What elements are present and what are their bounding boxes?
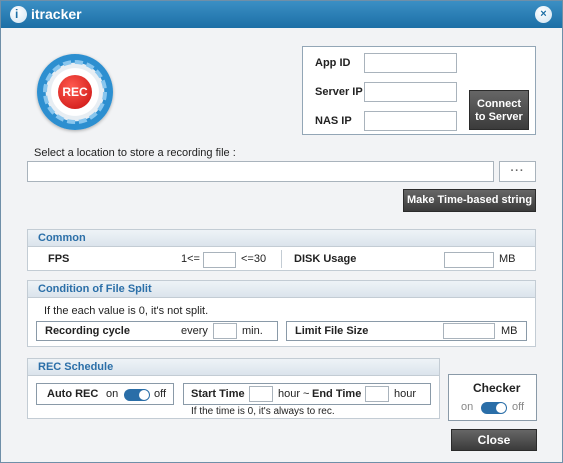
rec-schedule-section: REC Schedule Auto REC on off Start Time … xyxy=(27,358,440,419)
start-time-field[interactable] xyxy=(249,386,273,402)
start-hour-label: hour xyxy=(278,388,301,400)
auto-rec-group: Auto REC on off xyxy=(36,383,174,405)
rec-button[interactable]: REC xyxy=(37,54,113,130)
rec-schedule-title: REC Schedule xyxy=(28,359,439,376)
rec-button-label: REC xyxy=(58,75,92,109)
range-tilde: ~ xyxy=(303,388,310,400)
auto-rec-label: Auto REC xyxy=(47,388,99,400)
app-logo-icon: i xyxy=(10,6,27,23)
recording-cycle-group: Recording cycle every min. xyxy=(36,321,278,341)
app-id-label: App ID xyxy=(315,57,351,69)
common-title: Common xyxy=(28,230,535,247)
start-time-label: Start Time xyxy=(191,388,245,400)
title-bar: i itracker × xyxy=(1,1,562,28)
divider xyxy=(281,250,282,268)
disk-usage-label: DISK Usage xyxy=(294,253,357,265)
app-id-field[interactable] xyxy=(364,53,457,73)
cycle-every-label: every xyxy=(181,325,208,337)
checker-title: Checker xyxy=(473,381,521,395)
common-section: Common FPS 1<= <=30 DISK Usage MB xyxy=(27,229,536,271)
fps-max-label: <=30 xyxy=(241,253,267,265)
disk-usage-field[interactable] xyxy=(444,252,494,268)
limit-file-size-group: Limit File Size MB xyxy=(286,321,527,341)
connect-label-line2: to Server xyxy=(475,111,523,123)
server-ip-field[interactable] xyxy=(364,82,457,102)
auto-rec-on-label: on xyxy=(106,388,119,400)
nas-ip-label: NAS IP xyxy=(315,115,352,127)
itracker-window: i itracker × REC App ID Server IP NAS IP… xyxy=(0,0,563,463)
limit-unit-label: MB xyxy=(501,325,518,337)
disk-unit-label: MB xyxy=(499,253,516,265)
connection-panel: App ID Server IP NAS IP Connect to Serve… xyxy=(302,46,536,135)
fps-field[interactable] xyxy=(203,252,236,268)
time-range-group: Start Time hour ~ End Time hour xyxy=(183,383,431,405)
location-path-field[interactable] xyxy=(27,161,494,182)
end-time-label: End Time xyxy=(312,388,362,400)
checker-toggle[interactable] xyxy=(481,402,507,414)
window-close-icon[interactable]: × xyxy=(535,6,552,23)
file-split-title: Condition of File Split xyxy=(28,281,535,298)
limit-file-size-label: Limit File Size xyxy=(295,325,369,337)
close-button[interactable]: Close xyxy=(451,429,537,451)
checker-panel: Checker on off xyxy=(448,374,537,421)
window-title: itracker xyxy=(31,6,82,22)
checker-on-label: on xyxy=(461,401,474,413)
fps-min-label: 1<= xyxy=(181,253,200,265)
recording-cycle-label: Recording cycle xyxy=(45,325,130,337)
recording-cycle-field[interactable] xyxy=(213,323,237,339)
fps-label: FPS xyxy=(48,253,70,265)
location-label: Select a location to store a recording f… xyxy=(34,147,236,159)
end-hour-label: hour xyxy=(394,388,417,400)
limit-file-size-field[interactable] xyxy=(443,323,495,339)
browse-button[interactable]: ··· xyxy=(499,161,536,182)
connect-label-line1: Connect xyxy=(477,98,521,110)
checker-off-label: off xyxy=(512,401,525,413)
nas-ip-field[interactable] xyxy=(364,111,457,131)
file-split-section: Condition of File Split If the each valu… xyxy=(27,280,536,347)
auto-rec-off-label: off xyxy=(154,388,167,400)
end-time-field[interactable] xyxy=(365,386,389,402)
file-split-note: If the each value is 0, it's not split. xyxy=(44,305,209,317)
make-time-string-button[interactable]: Make Time-based string xyxy=(403,189,536,212)
auto-rec-toggle[interactable] xyxy=(124,389,150,401)
server-ip-label: Server IP xyxy=(315,86,363,98)
schedule-note: If the time is 0, it's always to rec. xyxy=(191,406,335,417)
cycle-unit-label: min. xyxy=(242,325,263,337)
connect-to-server-button[interactable]: Connect to Server xyxy=(469,90,529,130)
